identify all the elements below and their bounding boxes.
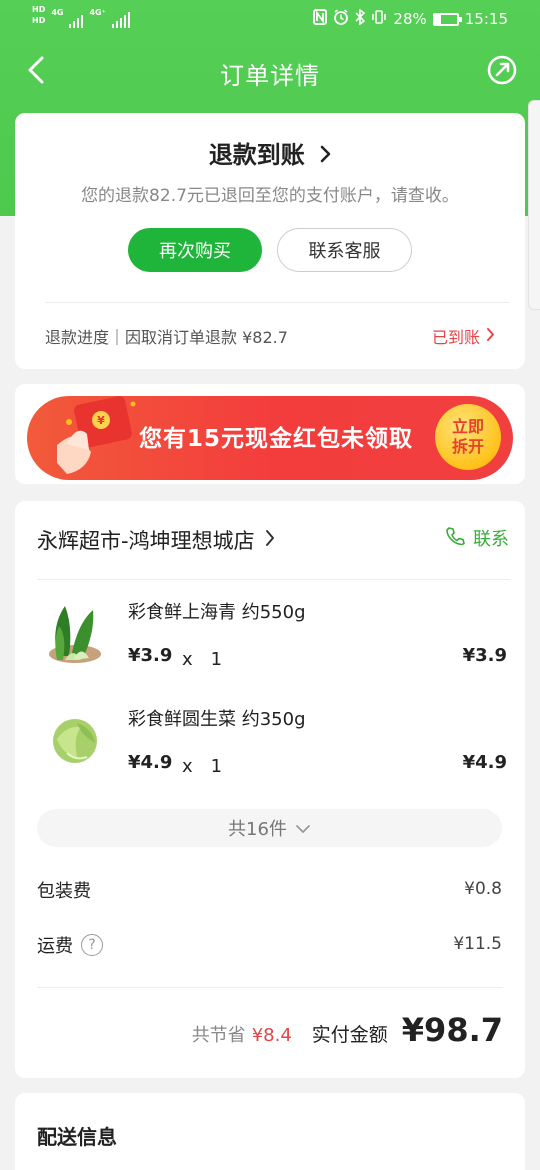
contact-label: 联系 (473, 529, 509, 550)
paid-amount: ¥98.7 (401, 1011, 503, 1049)
item-price: ¥3.9 (128, 645, 173, 666)
packaging-label-text: 包装费 (37, 881, 91, 902)
chevron-down-icon (295, 818, 311, 839)
battery-icon (432, 12, 462, 26)
shipping-label-text: 运费 (37, 936, 73, 957)
divider (37, 579, 510, 580)
show-all-items-button[interactable]: 共16件 (37, 809, 502, 847)
red-packet-text: 您有15元现金红包未领取 (139, 426, 414, 452)
signal-icon-2 (111, 10, 130, 28)
saved-value: ¥8.4 (251, 1025, 292, 1046)
vibrate-icon (371, 9, 387, 29)
item-count-label: 共16件 (228, 819, 287, 840)
svg-text:¥: ¥ (97, 414, 105, 427)
packaging-fee-row: 包装费 ¥0.8 (37, 877, 502, 905)
refund-progress-text: 退款进度｜因取消订单退款 ¥82.7 (45, 328, 288, 347)
contact-store-button[interactable]: 联系 (445, 525, 509, 551)
delivery-card: 配送信息 (15, 1093, 525, 1170)
refund-title-text: 退款到账 (208, 141, 305, 169)
divider (45, 302, 510, 303)
bluetooth-icon (355, 8, 366, 29)
total-row: 共节省 ¥8.4 实付金额 ¥98.7 (192, 1011, 503, 1049)
order-card: 永辉超市-鸿坤理想城店 联系 彩食鲜上海青 约550g ¥3.9 x 1 ¥3.… (15, 501, 525, 1078)
item-quantity: x 1 (182, 649, 223, 670)
status-bar: HD HD 4G 4G⁺ 28% 15:15 (0, 0, 540, 38)
chevron-right-icon (265, 528, 275, 552)
promo-card: ¥ 您有15元现金红包未领取 立即 拆开 (15, 384, 525, 484)
packaging-fee-label: 包装费 (37, 877, 91, 903)
page-title: 订单详情 (220, 62, 320, 90)
nfc-icon (313, 9, 328, 29)
status-right: 28% 15:15 (313, 8, 508, 29)
red-packet-banner[interactable]: ¥ 您有15元现金红包未领取 立即 拆开 (27, 396, 513, 480)
refund-card: 退款到账 您的退款82.7元已退回至您的支付账户，请查收。 再次购买 联系客服 … (15, 113, 525, 369)
item-quantity: x 1 (182, 756, 223, 777)
delivery-title: 配送信息 (37, 1125, 117, 1149)
item-total: ¥3.9 (462, 645, 507, 666)
share-icon[interactable] (486, 54, 518, 86)
item-name: 彩食鲜上海青 约550g (128, 602, 306, 623)
packaging-fee-value: ¥0.8 (464, 879, 502, 899)
side-scroll-handle[interactable] (528, 100, 540, 310)
open-packet-button[interactable]: 立即 拆开 (435, 404, 501, 470)
shipping-fee-label: 运费 ? (37, 932, 103, 958)
red-envelope-icon: ¥ (49, 394, 137, 474)
list-item[interactable]: 彩食鲜上海青 约550g ¥3.9 x 1 ¥3.9 (37, 596, 507, 676)
signal-icon (69, 10, 84, 28)
list-item[interactable]: 彩食鲜圆生菜 约350g ¥4.9 x 1 ¥4.9 (37, 703, 507, 783)
buy-again-button[interactable]: 再次购买 (128, 228, 262, 272)
network-label-1: 4G (51, 8, 64, 17)
refund-description: 您的退款82.7元已退回至您的支付账户，请查收。 (81, 186, 459, 206)
shipping-fee-value: ¥11.5 (453, 934, 502, 954)
alarm-icon (333, 9, 349, 29)
divider (37, 987, 503, 988)
item-total: ¥4.9 (462, 752, 507, 773)
shipping-fee-row: 运费 ? ¥11.5 (37, 932, 502, 960)
hd-label-1: HD (32, 5, 46, 14)
hd-label-2: HD (32, 16, 46, 25)
item-price: ¥4.9 (128, 752, 173, 773)
store-name[interactable]: 永辉超市-鸿坤理想城店 (37, 525, 275, 555)
clock: 15:15 (464, 10, 508, 28)
open-button-line2: 拆开 (451, 437, 484, 456)
store-name-text: 永辉超市-鸿坤理想城店 (37, 529, 255, 553)
bok-choy-image (37, 596, 113, 672)
chevron-right-icon (486, 327, 495, 346)
battery-percent: 28% (393, 10, 427, 28)
refund-status-label: 已到账 (431, 328, 480, 347)
chevron-right-icon (319, 142, 331, 170)
network-label-2: 4G⁺ (89, 8, 106, 17)
saved-label: 共节省 (191, 1025, 246, 1046)
refund-progress-status[interactable]: 已到账 (432, 324, 495, 348)
navbar: 订单详情 (0, 48, 540, 96)
lettuce-image (37, 703, 113, 779)
phone-icon (445, 526, 465, 551)
item-name: 彩食鲜圆生菜 约350g (128, 709, 306, 730)
help-icon[interactable]: ? (81, 934, 103, 956)
contact-service-button[interactable]: 联系客服 (277, 228, 412, 272)
open-button-line1: 立即 (451, 417, 484, 436)
status-left: HD HD 4G 4G⁺ (32, 4, 130, 28)
refund-status-title[interactable]: 退款到账 (15, 135, 525, 170)
hd-indicator: HD HD (32, 4, 45, 26)
paid-label: 实付金额 (311, 1024, 388, 1046)
